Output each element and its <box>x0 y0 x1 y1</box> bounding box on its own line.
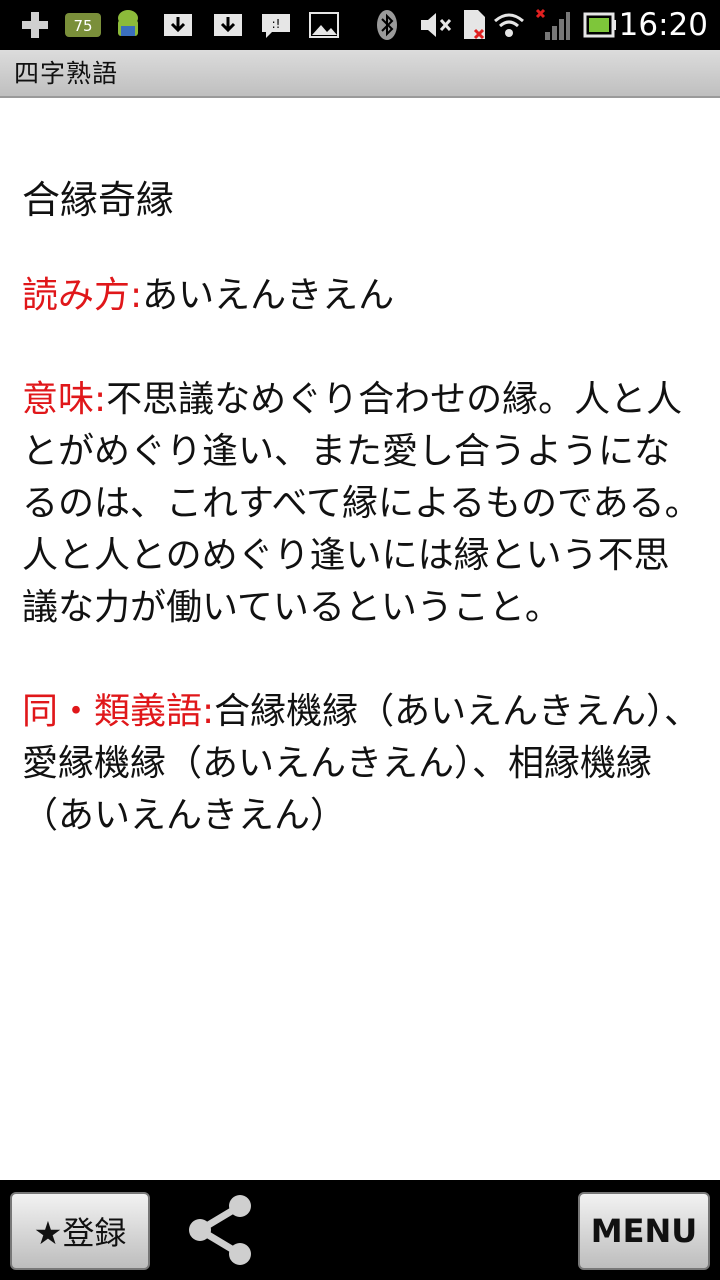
battery-badge-icon: 75 <box>64 8 104 42</box>
download-icon <box>210 8 246 42</box>
battery-icon <box>582 8 618 42</box>
reading-label: 読み方: <box>22 275 143 316</box>
image-icon <box>306 8 342 42</box>
clock: 16:20 <box>618 7 708 43</box>
meaning-text: 不思議なめぐり合わせの縁。人と人とがめぐり逢い、また愛し合うようになるのは、これ… <box>22 379 701 628</box>
wifi-icon <box>492 8 526 42</box>
signal-icon <box>534 8 572 42</box>
svg-text:75: 75 <box>73 17 92 35</box>
reading-text: あいえんきえん <box>142 275 395 316</box>
title-bar: 四字熟語 <box>0 50 720 98</box>
status-bar: 75 :! 16:20 <box>0 0 720 50</box>
mute-icon <box>418 8 454 42</box>
download-icon <box>160 8 196 42</box>
add-icon <box>18 8 52 42</box>
entry-content: 合縁奇縁 読み方:あいえんきえん 意味:不思議なめぐり合わせの縁。人と人とがめぐ… <box>22 170 702 894</box>
reading-section: 読み方:あいえんきえん <box>22 270 702 322</box>
register-button[interactable]: ★登録 <box>10 1192 150 1270</box>
synonyms-label: 同・類義語: <box>22 691 215 732</box>
idiom-word: 合縁奇縁 <box>22 178 175 222</box>
register-label: ★登録 <box>33 1214 127 1252</box>
meaning-label: 意味: <box>22 379 107 420</box>
sim-icon <box>460 8 490 42</box>
message-icon: :! <box>258 8 294 42</box>
app-title: 四字熟語 <box>14 59 119 88</box>
menu-label: MENU <box>590 1212 698 1250</box>
synonyms-section: 同・類義語:合縁機縁（あいえんきえん）、愛縁機縁（あいえんきえん）、相縁機縁（あ… <box>22 686 702 842</box>
meaning-section: 意味:不思議なめぐり合わせの縁。人と人とがめぐり逢い、また愛し合うようになるのは… <box>22 374 702 634</box>
svg-text::!: :! <box>272 17 281 31</box>
android-icon <box>110 8 146 42</box>
bluetooth-icon <box>372 8 402 42</box>
menu-button[interactable]: MENU <box>578 1192 710 1270</box>
share-icon[interactable] <box>182 1190 258 1270</box>
bottom-bar: ★登録 MENU <box>0 1180 720 1280</box>
